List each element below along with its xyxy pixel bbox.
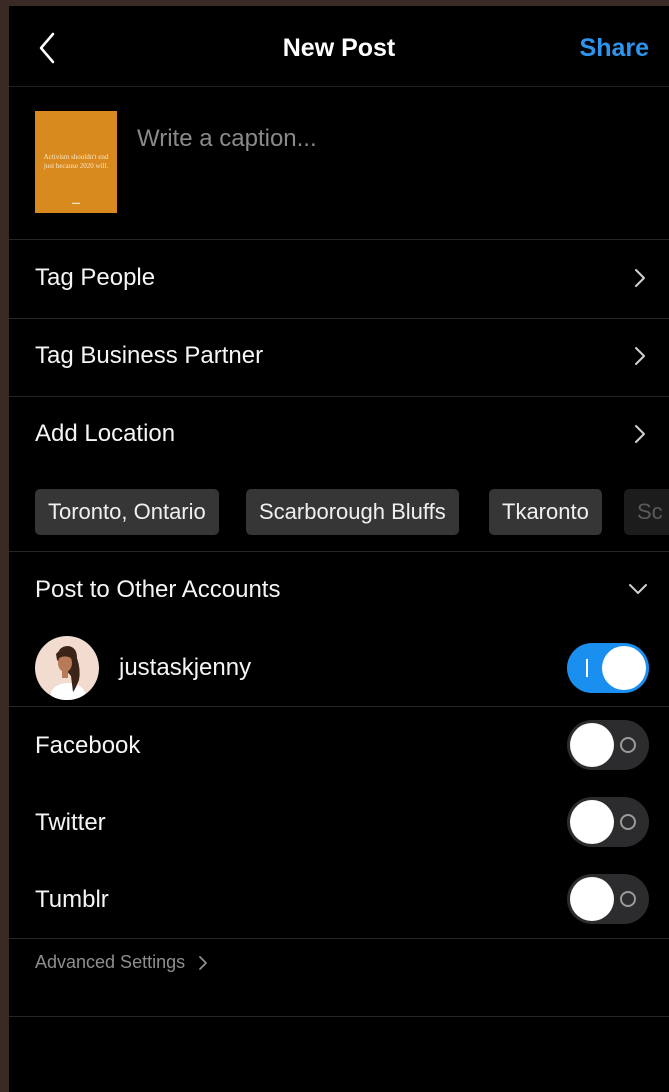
post-to-other-accounts-row[interactable]: Post to Other Accounts (9, 552, 669, 630)
toggle-on-mark (586, 659, 588, 677)
toggle-knob (570, 800, 614, 844)
divider (9, 706, 669, 707)
chevron-left-icon (39, 32, 55, 64)
account-toggle[interactable] (567, 643, 649, 693)
person-avatar-icon (51, 646, 85, 700)
account-username: justaskjenny (119, 654, 252, 681)
chevron-down-icon (629, 584, 647, 594)
chevron-right-icon (635, 269, 645, 287)
toggle-knob (570, 723, 614, 767)
toggle-knob (602, 646, 646, 690)
advanced-settings-label: Advanced Settings (35, 952, 186, 972)
location-chip[interactable]: Tkaronto (489, 489, 602, 535)
avatar (35, 636, 99, 700)
new-post-screen: New Post Share Activism shouldn't end ju… (9, 6, 669, 1092)
toggle-off-mark (620, 814, 636, 830)
tag-business-partner-row[interactable]: Tag Business Partner (9, 318, 669, 397)
add-location-label: Add Location (35, 420, 176, 447)
tumblr-label: Tumblr (35, 886, 109, 913)
thumbnail-footer-mark: ▬▬ (72, 200, 80, 205)
add-location-row[interactable]: Add Location (9, 396, 669, 474)
divider (9, 1016, 669, 1017)
header-bar: New Post Share (9, 6, 669, 87)
share-button[interactable]: Share (580, 34, 649, 63)
tag-business-partner-label: Tag Business Partner (35, 342, 264, 369)
toggle-off-mark (620, 891, 636, 907)
post-thumbnail[interactable]: Activism shouldn't end just because 2020… (35, 111, 117, 213)
post-to-other-accounts-label: Post to Other Accounts (35, 576, 281, 603)
tag-people-label: Tag People (35, 264, 156, 291)
advanced-settings-link[interactable]: Advanced Settings (35, 952, 208, 973)
tag-people-row[interactable]: Tag People (9, 240, 669, 319)
thumbnail-text: Activism shouldn't end just because 2020… (43, 153, 109, 170)
location-chip[interactable]: Toronto, Ontario (35, 489, 219, 535)
page-title: New Post (282, 34, 396, 62)
twitter-toggle[interactable] (567, 797, 649, 847)
location-chip[interactable]: Scarborough Bluffs (246, 489, 459, 535)
toggle-off-mark (620, 737, 636, 753)
divider (9, 938, 669, 939)
location-suggestions: Toronto, Ontario Scarborough Bluffs Tkar… (9, 478, 669, 552)
chevron-right-icon (199, 956, 208, 971)
facebook-toggle[interactable] (567, 720, 649, 770)
back-button[interactable] (31, 28, 63, 68)
location-chip[interactable]: Sc (624, 489, 669, 535)
twitter-label: Twitter (35, 809, 106, 836)
chevron-right-icon (635, 425, 645, 443)
chevron-right-icon (635, 347, 645, 365)
toggle-knob (570, 877, 614, 921)
caption-input[interactable] (137, 122, 637, 156)
caption-section: Activism shouldn't end just because 2020… (9, 86, 669, 240)
facebook-label: Facebook (35, 732, 141, 759)
tumblr-toggle[interactable] (567, 874, 649, 924)
